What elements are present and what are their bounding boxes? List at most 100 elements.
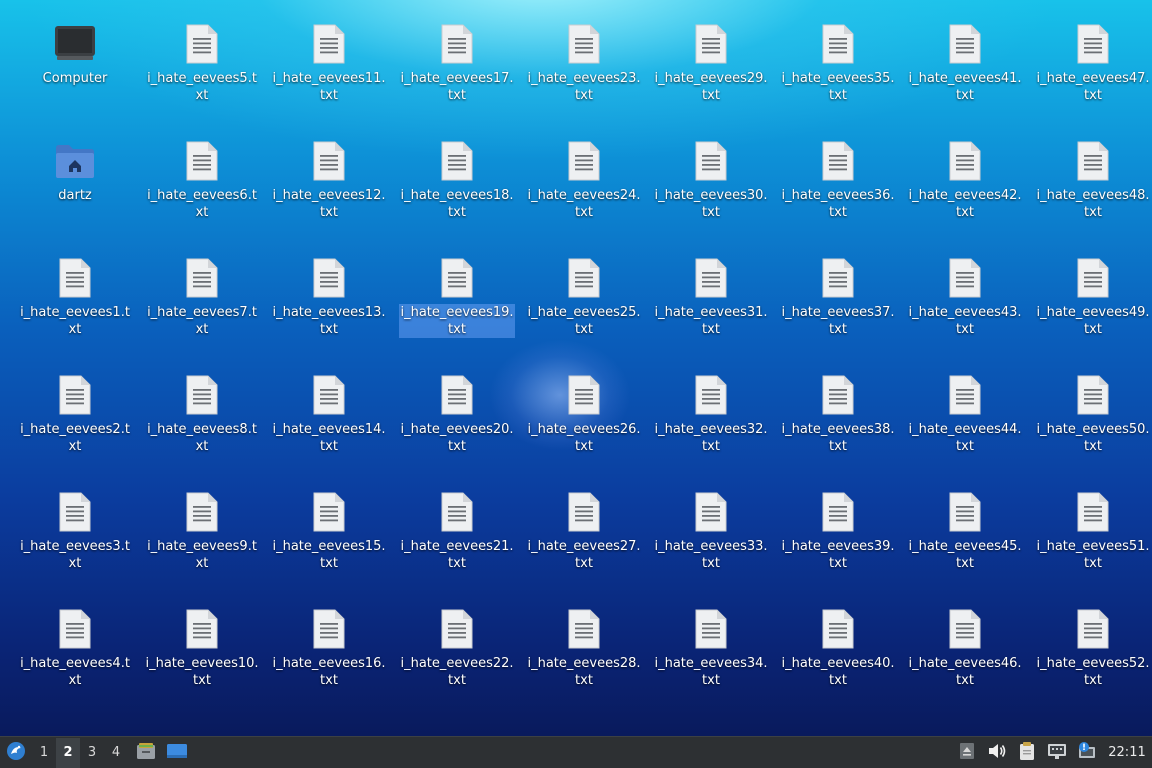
text-file-icon [305, 490, 353, 534]
text-file-icon [941, 139, 989, 183]
text-file-icon [433, 256, 481, 300]
desktop-file[interactable]: i_hate_eevees32.txt [653, 373, 769, 455]
desktop-item-label: i_hate_eevees9.txt [147, 539, 257, 571]
text-file-icon [1069, 607, 1117, 651]
clipboard-button[interactable] [1012, 738, 1042, 768]
text-file-icon [178, 256, 226, 300]
desktop-file[interactable]: i_hate_eevees22.txt [399, 607, 515, 689]
quick-launch [134, 738, 190, 768]
desktop-file[interactable]: i_hate_eevees10.txt [144, 607, 260, 689]
volume-button[interactable] [982, 738, 1012, 768]
desktop-item-label: i_hate_eevees21.txt [400, 539, 514, 571]
desktop-file[interactable]: i_hate_eevees11.txt [271, 22, 387, 104]
desktop-file[interactable]: i_hate_eevees38.txt [780, 373, 896, 455]
text-file-icon [433, 22, 481, 66]
desktop-file[interactable]: i_hate_eevees6.txt [144, 139, 260, 221]
text-file-icon [305, 139, 353, 183]
desktop-file[interactable]: i_hate_eevees33.txt [653, 490, 769, 572]
desktop-file[interactable]: i_hate_eevees12.txt [271, 139, 387, 221]
desktop-file[interactable]: i_hate_eevees29.txt [653, 22, 769, 104]
desktop-file[interactable]: i_hate_eevees50.txt [1035, 373, 1151, 455]
desktop-file[interactable]: i_hate_eevees9.txt [144, 490, 260, 572]
desktop-file[interactable]: i_hate_eevees2.txt [17, 373, 133, 455]
desktop-file[interactable]: i_hate_eevees21.txt [399, 490, 515, 572]
desktop-item-label: i_hate_eevees31.txt [654, 305, 768, 337]
desktop-file[interactable]: i_hate_eevees27.txt [526, 490, 642, 572]
show-desktop-button[interactable] [164, 738, 190, 768]
desktop-item-label: i_hate_eevees28.txt [527, 656, 641, 688]
desktop-file[interactable]: i_hate_eevees7.txt [144, 256, 260, 338]
text-file-icon [814, 139, 862, 183]
desktop-item-label: i_hate_eevees24.txt [527, 188, 641, 220]
desktop-file[interactable]: i_hate_eevees52.txt [1035, 607, 1151, 689]
desktop-item-label: i_hate_eevees41.txt [908, 71, 1022, 103]
desktop-file[interactable]: i_hate_eevees16.txt [271, 607, 387, 689]
desktop-file[interactable]: i_hate_eevees49.txt [1035, 256, 1151, 338]
desktop-file[interactable]: i_hate_eevees8.txt [144, 373, 260, 455]
text-file-icon [941, 490, 989, 534]
desktop-file[interactable]: i_hate_eevees34.txt [653, 607, 769, 689]
desktop-file[interactable]: i_hate_eevees1.txt [17, 256, 133, 338]
desktop-file[interactable]: i_hate_eevees28.txt [526, 607, 642, 689]
desktop-file[interactable]: i_hate_eevees14.txt [271, 373, 387, 455]
desktop-file[interactable]: i_hate_eevees24.txt [526, 139, 642, 221]
desktop-file[interactable]: i_hate_eevees35.txt [780, 22, 896, 104]
desktop-file[interactable]: i_hate_eevees36.txt [780, 139, 896, 221]
desktop-file[interactable]: i_hate_eevees46.txt [907, 607, 1023, 689]
desktop-file[interactable]: i_hate_eevees26.txt [526, 373, 642, 455]
desktop-file[interactable]: i_hate_eevees42.txt [907, 139, 1023, 221]
desktop-item-label: i_hate_eevees36.txt [781, 188, 895, 220]
desktop-file[interactable]: i_hate_eevees43.txt [907, 256, 1023, 338]
desktop-file[interactable]: i_hate_eevees17.txt [399, 22, 515, 104]
desktop-file[interactable]: i_hate_eevees5.txt [144, 22, 260, 104]
text-file-icon [178, 139, 226, 183]
clipboard-icon [1018, 741, 1036, 765]
desktop-file[interactable]: i_hate_eevees15.txt [271, 490, 387, 572]
text-file-icon [178, 22, 226, 66]
desktop-file[interactable]: i_hate_eevees37.txt [780, 256, 896, 338]
desktop-file[interactable]: i_hate_eevees48.txt [1035, 139, 1151, 221]
desktop-file[interactable]: i_hate_eevees3.txt [17, 490, 133, 572]
start-menu-button[interactable] [0, 738, 32, 768]
desktop-file[interactable]: i_hate_eevees40.txt [780, 607, 896, 689]
workspace-2-button[interactable]: 2 [56, 737, 80, 768]
desktop-file[interactable]: i_hate_eevees45.txt [907, 490, 1023, 572]
network-button[interactable] [1042, 738, 1072, 768]
desktop-file[interactable]: i_hate_eevees41.txt [907, 22, 1023, 104]
desktop-file[interactable]: i_hate_eevees20.txt [399, 373, 515, 455]
workspace-4-button[interactable]: 4 [104, 738, 128, 768]
desktop-file[interactable]: i_hate_eevees30.txt [653, 139, 769, 221]
desktop-file[interactable]: i_hate_eevees4.txt [17, 607, 133, 689]
desktop[interactable]: Computer dartz i_hate_eevees1.txt i_hate_ee… [0, 0, 1152, 736]
desktop-file[interactable]: i_hate_eevees44.txt [907, 373, 1023, 455]
desktop-item-label: i_hate_eevees39.txt [781, 539, 895, 571]
desktop-home-folder[interactable]: dartz [17, 139, 133, 204]
file-manager-icon [136, 742, 156, 764]
desktop-file[interactable]: i_hate_eevees19.txt [399, 256, 515, 338]
desktop-file[interactable]: i_hate_eevees51.txt [1035, 490, 1151, 572]
desktop-file[interactable]: i_hate_eevees18.txt [399, 139, 515, 221]
text-file-icon [178, 373, 226, 417]
clock[interactable]: 22:11 [1102, 738, 1152, 768]
tray-expand-button[interactable] [952, 738, 982, 768]
desktop-file[interactable]: i_hate_eevees31.txt [653, 256, 769, 338]
desktop-file[interactable]: i_hate_eevees23.txt [526, 22, 642, 104]
desktop-item-label: i_hate_eevees37.txt [781, 305, 895, 337]
desktop-file[interactable]: i_hate_eevees13.txt [271, 256, 387, 338]
update-notifier-button[interactable] [1072, 738, 1102, 768]
file-manager-launcher[interactable] [134, 738, 158, 768]
desktop-computer[interactable]: Computer [17, 22, 133, 87]
desktop-item-label: i_hate_eevees44.txt [908, 422, 1022, 454]
desktop-item-label: i_hate_eevees16.txt [272, 656, 386, 688]
desktop-file[interactable]: i_hate_eevees47.txt [1035, 22, 1151, 104]
desktop-item-label: i_hate_eevees46.txt [908, 656, 1022, 688]
desktop-item-label: i_hate_eevees23.txt [527, 71, 641, 103]
desktop-item-label: i_hate_eevees4.txt [20, 656, 130, 688]
workspace-1-button[interactable]: 1 [32, 738, 56, 768]
workspace-3-button[interactable]: 3 [80, 738, 104, 768]
desktop-item-label: i_hate_eevees45.txt [908, 539, 1022, 571]
text-file-icon [814, 256, 862, 300]
computer-icon [51, 22, 99, 66]
desktop-file[interactable]: i_hate_eevees25.txt [526, 256, 642, 338]
desktop-file[interactable]: i_hate_eevees39.txt [780, 490, 896, 572]
